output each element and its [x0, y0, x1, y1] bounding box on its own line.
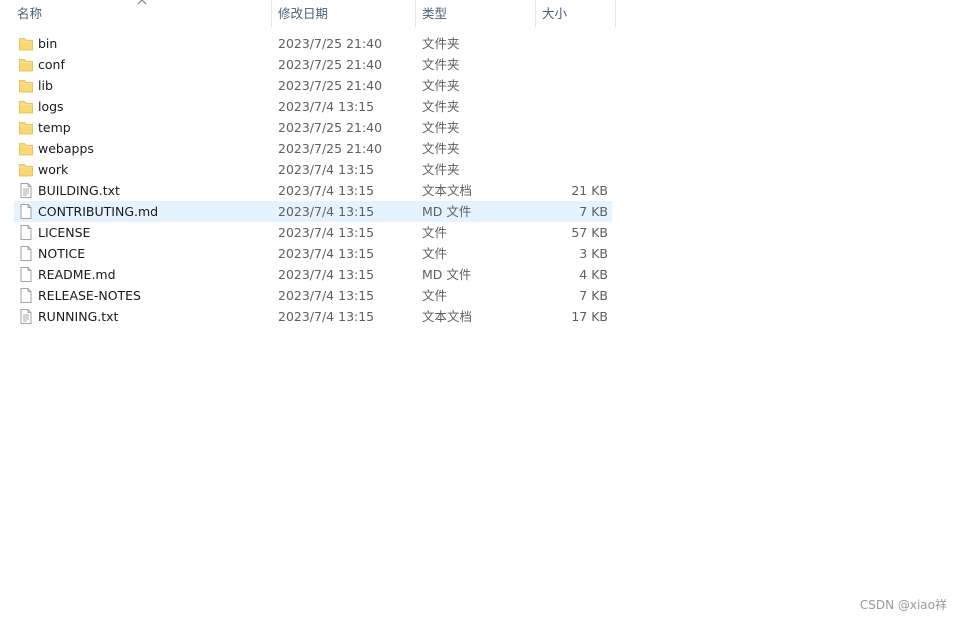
column-divider[interactable] — [615, 0, 616, 27]
file-row[interactable]: CONTRIBUTING.md 2023/7/4 13:15 MD 文件 7 KB — [14, 201, 612, 222]
file-modified-date: 2023/7/4 13:15 — [278, 267, 375, 282]
column-divider[interactable] — [415, 0, 416, 27]
file-modified-date: 2023/7/25 21:40 — [278, 141, 383, 156]
file-type: 文本文档 — [422, 183, 473, 198]
folder-icon — [18, 77, 34, 94]
file-size: 21 KB — [571, 183, 608, 198]
file-name: lib — [38, 78, 53, 93]
file-modified-date: 2023/7/25 21:40 — [278, 57, 383, 72]
file-icon — [18, 245, 34, 262]
file-name: conf — [38, 57, 65, 72]
file-type: 文件夹 — [422, 141, 460, 156]
text-file-icon — [18, 308, 34, 325]
file-type: 文件夹 — [422, 36, 460, 51]
file-row[interactable]: webapps 2023/7/25 21:40 文件夹 — [14, 138, 612, 159]
file-type: 文件 — [422, 288, 448, 303]
file-size: 17 KB — [571, 309, 608, 324]
file-row[interactable]: lib 2023/7/25 21:40 文件夹 — [14, 75, 612, 96]
file-modified-date: 2023/7/4 13:15 — [278, 288, 375, 303]
file-size: 7 KB — [579, 288, 608, 303]
file-type: 文件夹 — [422, 162, 460, 177]
file-type: 文件夹 — [422, 99, 460, 114]
file-row[interactable]: NOTICE 2023/7/4 13:15 文件 3 KB — [14, 243, 612, 264]
folder-icon — [18, 119, 34, 136]
file-row[interactable]: README.md 2023/7/4 13:15 MD 文件 4 KB — [14, 264, 612, 285]
file-icon — [18, 287, 34, 304]
file-name: temp — [38, 120, 71, 135]
file-size: 3 KB — [579, 246, 608, 261]
file-row[interactable]: conf 2023/7/25 21:40 文件夹 — [14, 54, 612, 75]
file-name: NOTICE — [38, 246, 86, 261]
watermark: CSDN @xiao祥 — [859, 598, 947, 612]
file-row[interactable]: BUILDING.txt 2023/7/4 13:15 文本文档 21 KB — [14, 180, 612, 201]
file-modified-date: 2023/7/4 13:15 — [278, 204, 375, 219]
file-type: 文件 — [422, 246, 448, 261]
file-size: 7 KB — [579, 204, 608, 219]
file-name: RELEASE-NOTES — [38, 288, 141, 303]
folder-icon — [18, 161, 34, 178]
file-modified-date: 2023/7/4 13:15 — [278, 309, 375, 324]
text-file-icon — [18, 182, 34, 199]
file-row[interactable]: RUNNING.txt 2023/7/4 13:15 文本文档 17 KB — [14, 306, 612, 327]
file-icon — [18, 266, 34, 283]
column-divider[interactable] — [535, 0, 536, 27]
folder-icon — [18, 140, 34, 157]
file-explorer: 名称 修改日期 类型 大小 bin 2023/7/25 21:40 文件夹 conf 2… — [0, 0, 963, 620]
file-name: webapps — [38, 141, 94, 156]
file-type: 文件夹 — [422, 120, 460, 135]
file-name: CONTRIBUTING.md — [38, 204, 159, 219]
column-header-date[interactable]: 修改日期 — [278, 0, 414, 27]
file-type: 文件 — [422, 225, 448, 240]
file-modified-date: 2023/7/4 13:15 — [278, 99, 375, 114]
file-name: logs — [38, 99, 64, 114]
file-row[interactable]: logs 2023/7/4 13:15 文件夹 — [14, 96, 612, 117]
folder-icon — [18, 35, 34, 52]
file-row[interactable]: RELEASE-NOTES 2023/7/4 13:15 文件 7 KB — [14, 285, 612, 306]
file-icon — [18, 224, 34, 241]
file-modified-date: 2023/7/25 21:40 — [278, 120, 383, 135]
file-type: MD 文件 — [422, 204, 472, 219]
file-name: bin — [38, 36, 58, 51]
file-name: LICENSE — [38, 225, 91, 240]
file-modified-date: 2023/7/4 13:15 — [278, 225, 375, 240]
file-name: BUILDING.txt — [38, 183, 120, 198]
file-type: 文件夹 — [422, 57, 460, 72]
file-size: 4 KB — [579, 267, 608, 282]
file-type: MD 文件 — [422, 267, 472, 282]
file-row[interactable]: temp 2023/7/25 21:40 文件夹 — [14, 117, 612, 138]
file-type: 文件夹 — [422, 78, 460, 93]
file-row[interactable]: bin 2023/7/25 21:40 文件夹 — [14, 33, 612, 54]
file-list: bin 2023/7/25 21:40 文件夹 conf 2023/7/25 21:40… — [14, 33, 612, 327]
folder-icon — [18, 56, 34, 73]
file-name: README.md — [38, 267, 116, 282]
file-type: 文本文档 — [422, 309, 473, 324]
file-icon — [18, 203, 34, 220]
file-modified-date: 2023/7/4 13:15 — [278, 162, 375, 177]
column-header-size[interactable]: 大小 — [542, 0, 614, 27]
file-row[interactable]: LICENSE 2023/7/4 13:15 文件 57 KB — [14, 222, 612, 243]
file-row[interactable]: work 2023/7/4 13:15 文件夹 — [14, 159, 612, 180]
file-name: RUNNING.txt — [38, 309, 119, 324]
column-header-type[interactable]: 类型 — [422, 0, 534, 27]
column-header-bar: 名称 修改日期 类型 大小 — [0, 0, 616, 27]
file-modified-date: 2023/7/4 13:15 — [278, 246, 375, 261]
file-modified-date: 2023/7/25 21:40 — [278, 36, 383, 51]
column-divider[interactable] — [271, 0, 272, 27]
file-modified-date: 2023/7/4 13:15 — [278, 183, 375, 198]
column-header-name[interactable]: 名称 — [17, 0, 270, 27]
folder-icon — [18, 98, 34, 115]
file-size: 57 KB — [571, 225, 608, 240]
file-name: work — [38, 162, 69, 177]
file-modified-date: 2023/7/25 21:40 — [278, 78, 383, 93]
